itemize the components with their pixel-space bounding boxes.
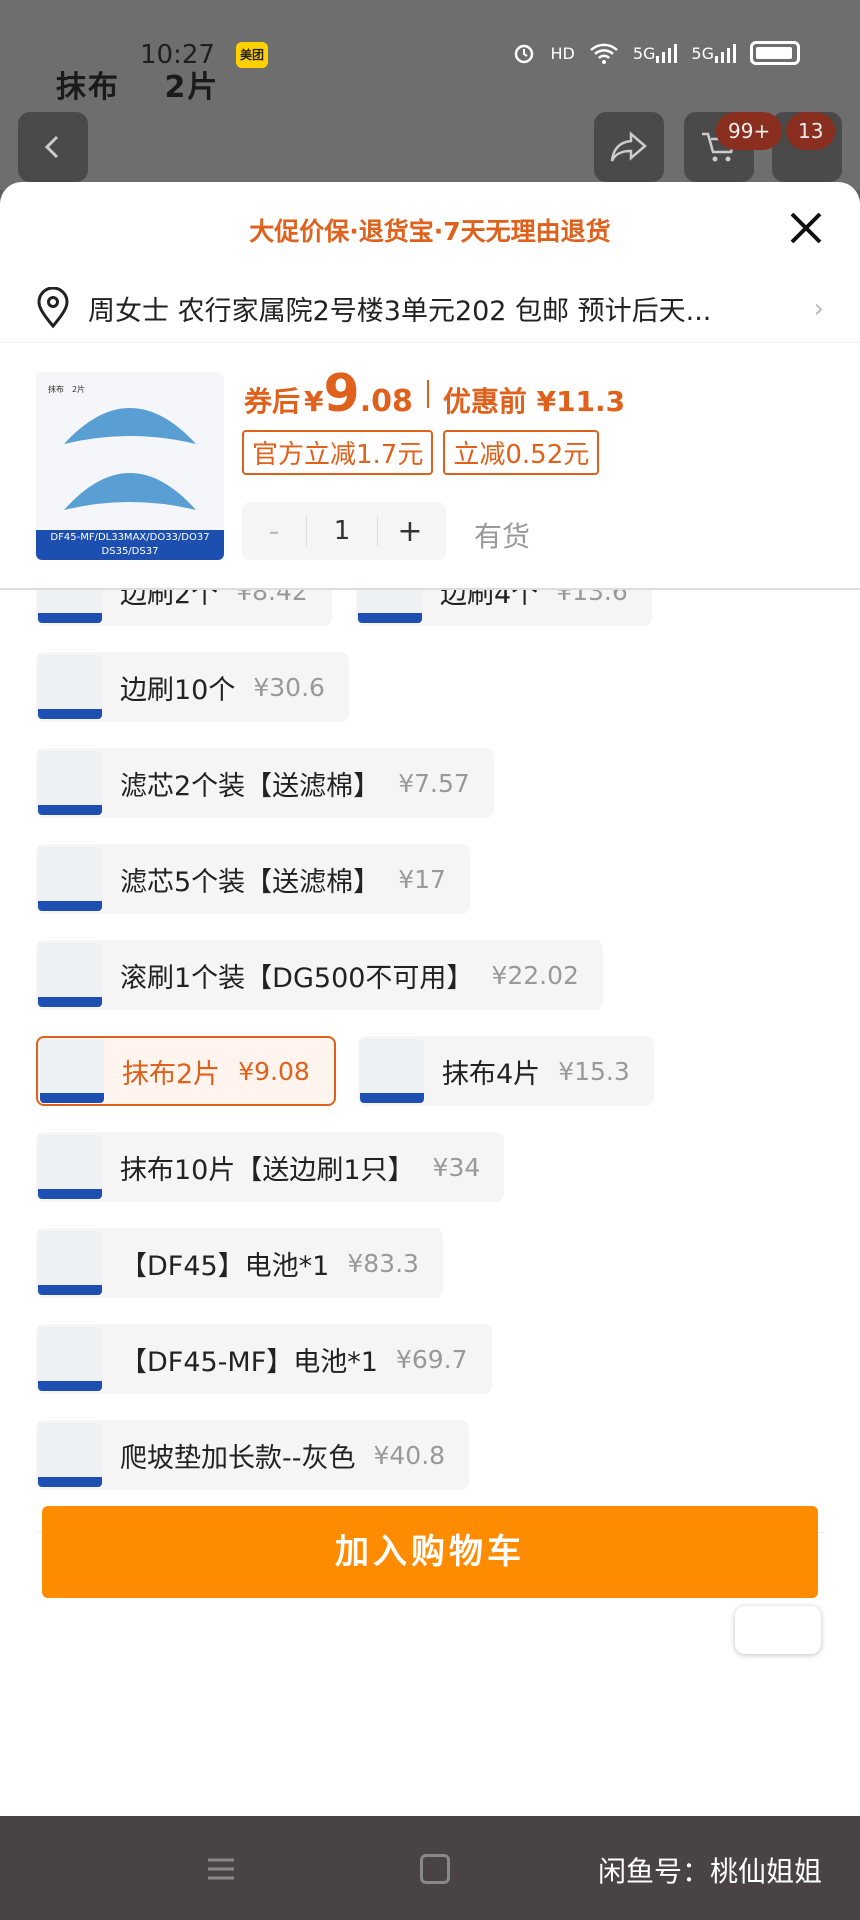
sku-price: ¥69.7 <box>395 1344 468 1374</box>
address-text: 周女士 农行家属院2号楼3单元202 包邮 预计后天... <box>88 295 712 327</box>
sku-price: ¥83.3 <box>347 1248 419 1278</box>
location-pin-icon <box>37 287 69 329</box>
sku-thumbnail <box>38 1135 102 1199</box>
sku-name: 抹布10片【送边刷1只】 <box>120 1154 415 1186</box>
message-badge: 13 <box>786 112 836 150</box>
price-decimal: .08 <box>359 384 413 419</box>
sku-name: 爬坡垫加长款--灰色 <box>120 1442 356 1474</box>
price-yen: ¥ <box>304 385 324 418</box>
network-5g-label: 5G <box>632 43 656 63</box>
sku-price: ¥40.8 <box>373 1440 446 1470</box>
quantity-plus-button[interactable]: + <box>378 514 442 549</box>
watermark-text: 闲鱼号：桃仙姐姐 <box>598 1855 823 1888</box>
add-to-cart-button[interactable]: 加入购物车 <box>42 1506 818 1598</box>
sku-thumbnail <box>358 590 422 623</box>
sku-name: 滤芯2个装【送滤棉】 <box>120 770 381 802</box>
share-button[interactable] <box>594 112 664 182</box>
quantity-stepper: - 1 + <box>242 502 446 560</box>
sku-name: 滤芯5个装【送滤棉】 <box>120 866 381 898</box>
address-row[interactable]: 周女士 农行家属院2号楼3单元202 包邮 预计后天... › <box>34 278 834 338</box>
product-model-label: DF45-MF/DL33MAX/DO33/DO37 DS35/DS37 <box>36 530 224 560</box>
sku-name: 边刷2个 <box>120 590 219 610</box>
sku-name: 【DF45】电池*1 <box>120 1250 330 1282</box>
sku-price: ¥30.6 <box>253 672 325 702</box>
product-image-tag: 抹布 2片 <box>48 385 86 394</box>
floating-widget-icon[interactable] <box>735 1606 821 1654</box>
back-button[interactable] <box>18 112 88 182</box>
home-icon[interactable] <box>420 1854 450 1884</box>
sku-option[interactable]: 滤芯2个装【送滤棉】 ¥7.57 <box>36 748 494 818</box>
stock-status: 有货 <box>474 520 531 553</box>
divider <box>0 342 860 343</box>
sku-thumbnail <box>38 943 102 1007</box>
price-label: 券后 <box>244 385 301 418</box>
sku-option[interactable]: 爬坡垫加长款--灰色 ¥40.8 <box>36 1420 470 1490</box>
coupon-tag: 立减0.52元 <box>443 430 600 475</box>
sku-option[interactable]: 滤芯5个装【送滤棉】 ¥17 <box>36 844 470 914</box>
quantity-value[interactable]: 1 <box>306 516 378 546</box>
network-5g-label-2: 5G <box>691 43 714 63</box>
coupon-list: 官方立减1.7元 立减0.52元 <box>242 430 600 475</box>
battery-icon <box>750 41 800 65</box>
meituan-app-icon: 美团 <box>236 42 268 68</box>
sku-option[interactable]: 边刷10个 ¥30.6 <box>36 652 349 722</box>
sku-thumbnail <box>38 590 102 623</box>
sku-price: ¥9.08 <box>238 1056 310 1086</box>
price-integer: 9 <box>323 364 360 424</box>
sku-thumbnail <box>38 1231 102 1295</box>
sku-option[interactable]: 抹布10片【送边刷1只】 ¥34 <box>36 1132 505 1202</box>
sku-name: 边刷10个 <box>120 674 236 706</box>
price-row: 券后 ¥ 9 .08 优惠前 ¥11.3 <box>244 364 625 424</box>
chevron-right-icon: › <box>813 294 824 324</box>
sku-option[interactable]: 抹布4片 ¥15.3 <box>358 1036 654 1106</box>
sku-thumbnail <box>38 847 102 911</box>
sku-thumbnail <box>38 1327 102 1391</box>
sku-option-selected[interactable]: 抹布2片 ¥9.08 <box>36 1036 336 1106</box>
sku-option[interactable]: 边刷2个 ¥8.42 <box>36 590 332 626</box>
sku-option[interactable]: 滚刷1个装【DG500不可用】 ¥22.02 <box>36 940 603 1010</box>
menu-icon[interactable] <box>206 1854 236 1884</box>
mop-pad-image <box>64 408 196 510</box>
sku-price: ¥34 <box>432 1152 481 1182</box>
sku-option[interactable]: 【DF45】电池*1 ¥83.3 <box>36 1228 443 1298</box>
sku-thumbnail <box>360 1039 424 1103</box>
product-image[interactable]: 抹布 2片 DF45-MF/DL33MAX/DO33/DO37 DS35/DS3… <box>36 372 224 560</box>
signal-icon-1: 5G <box>633 40 678 66</box>
sku-thumbnail <box>38 1423 102 1487</box>
quantity-minus-button[interactable]: - <box>242 514 306 549</box>
sku-option[interactable]: 【DF45-MF】电池*1 ¥69.7 <box>36 1324 492 1394</box>
sku-price: ¥7.57 <box>398 768 470 798</box>
signal-icon-2: 5G <box>691 40 736 66</box>
sku-name: 【DF45-MF】电池*1 <box>120 1346 378 1378</box>
chevron-left-icon <box>44 135 59 159</box>
sku-price: ¥8.42 <box>236 590 308 606</box>
price-before-discount: 优惠前 ¥11.3 <box>442 385 626 418</box>
coupon-tag: 官方立减1.7元 <box>242 430 434 475</box>
close-icon[interactable] <box>784 206 828 250</box>
sku-price: ¥13.6 <box>556 590 628 606</box>
wifi-icon <box>589 40 619 66</box>
sku-thumbnail <box>40 1039 104 1103</box>
sku-thumbnail <box>38 655 102 719</box>
hd-icon: HD <box>550 43 575 63</box>
sku-name: 抹布4片 <box>442 1058 541 1090</box>
alarm-icon <box>512 40 536 66</box>
price-separator <box>426 380 429 408</box>
share-icon <box>610 131 647 162</box>
sku-price: ¥22.02 <box>491 960 579 990</box>
background-title: 抹布 2片 <box>56 70 220 105</box>
sku-name: 边刷4个 <box>440 590 539 610</box>
promo-banner: 大促价保·退货宝·7天无理由退货 <box>249 217 611 246</box>
cart-badge: 99+ <box>716 112 783 150</box>
sku-option[interactable]: 边刷4个 ¥13.6 <box>356 590 652 626</box>
sku-name: 抹布2片 <box>122 1058 221 1090</box>
sku-thumbnail <box>38 751 102 815</box>
sku-price: ¥15.3 <box>558 1056 630 1086</box>
sku-name: 滚刷1个装【DG500不可用】 <box>120 962 474 994</box>
sku-price: ¥17 <box>398 864 446 894</box>
